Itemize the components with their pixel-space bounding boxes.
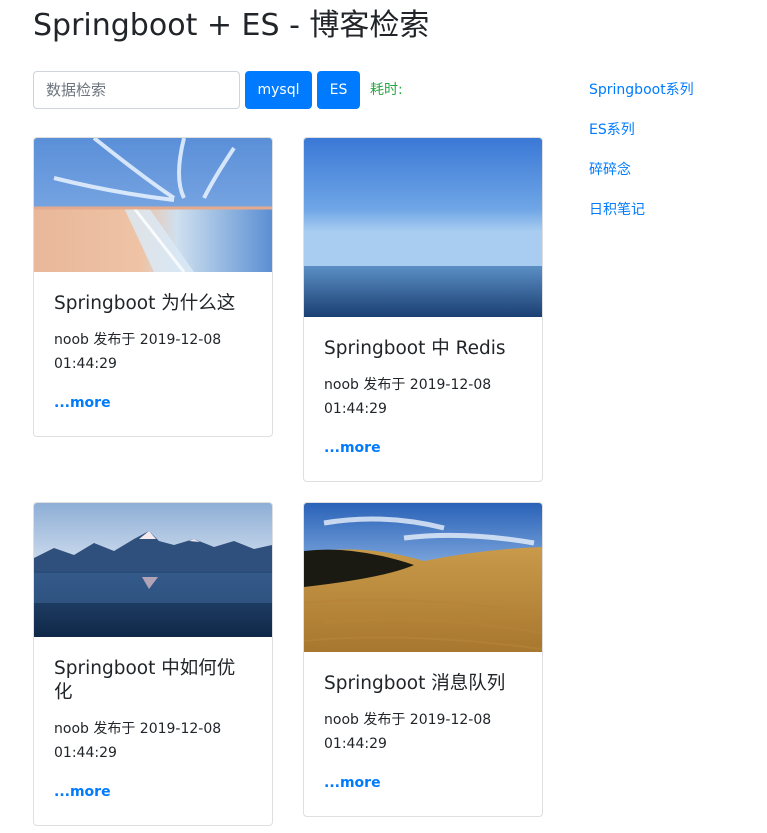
card-time: 01:44:29 (324, 736, 387, 752)
card-more-link[interactable]: ...more (54, 393, 252, 413)
card-meta: noob 发布于 2019-12-08 01:44:29 (54, 328, 252, 376)
card-date: 2019-12-08 (409, 712, 492, 728)
card-title: Springboot 中如何优化 (54, 658, 236, 703)
card-meta: noob 发布于 2019-12-08 01:44:29 (54, 717, 252, 765)
card-date: 2019-12-08 (409, 377, 492, 393)
card-title: Springboot 中 Redis (324, 338, 506, 359)
sidebar-link-es[interactable]: ES系列 (589, 120, 694, 140)
es-search-button[interactable]: ES (317, 71, 360, 109)
card-published-label: 发布于 (93, 332, 136, 348)
card-time: 01:44:29 (54, 356, 117, 372)
card-published-label: 发布于 (363, 377, 406, 393)
card-published-label: 发布于 (363, 712, 406, 728)
card-author: noob (324, 712, 359, 728)
search-bar: mysql ES 耗时: (33, 71, 403, 109)
card-more-link[interactable]: ...more (324, 438, 522, 458)
card-date: 2019-12-08 (139, 721, 222, 737)
card-more-link[interactable]: ...more (54, 782, 252, 802)
card-author: noob (324, 377, 359, 393)
card-more-link[interactable]: ...more (324, 773, 522, 793)
blog-card: Springboot 消息队列 noob 发布于 2019-12-08 01:4… (303, 502, 543, 817)
card-time: 01:44:29 (324, 401, 387, 417)
card-author: noob (54, 332, 89, 348)
sidebar-link-musings[interactable]: 碎碎念 (589, 160, 694, 180)
sidebar-nav: Springboot系列 ES系列 碎碎念 日积笔记 (589, 80, 694, 240)
blog-card: Springboot 中如何优化 noob 发布于 2019-12-08 01:… (33, 502, 273, 826)
card-date: 2019-12-08 (139, 332, 222, 348)
sidebar-link-notes[interactable]: 日积笔记 (589, 200, 694, 220)
blog-card: Springboot 为什么这 noob 发布于 2019-12-08 01:4… (33, 137, 273, 437)
card-title: Springboot 消息队列 (324, 673, 506, 694)
page-title: Springboot + ES - 博客检索 (33, 8, 430, 43)
card-time: 01:44:29 (54, 745, 117, 761)
card-author: noob (54, 721, 89, 737)
card-meta: noob 发布于 2019-12-08 01:44:29 (324, 708, 522, 756)
mysql-search-button[interactable]: mysql (245, 71, 312, 109)
beach-painting-image (34, 138, 272, 272)
sidebar-link-springboot[interactable]: Springboot系列 (589, 80, 694, 100)
card-meta: noob 发布于 2019-12-08 01:44:29 (324, 373, 522, 421)
card-published-label: 发布于 (93, 721, 136, 737)
card-title: Springboot 为什么这 (54, 293, 236, 314)
blog-card: Springboot 中 Redis noob 发布于 2019-12-08 0… (303, 137, 543, 482)
ocean-horizon-image (304, 138, 542, 317)
elapsed-time-label: 耗时: (370, 82, 403, 98)
search-input[interactable] (33, 71, 240, 109)
desert-dunes-image (304, 503, 542, 652)
mountain-lake-image (34, 503, 272, 637)
